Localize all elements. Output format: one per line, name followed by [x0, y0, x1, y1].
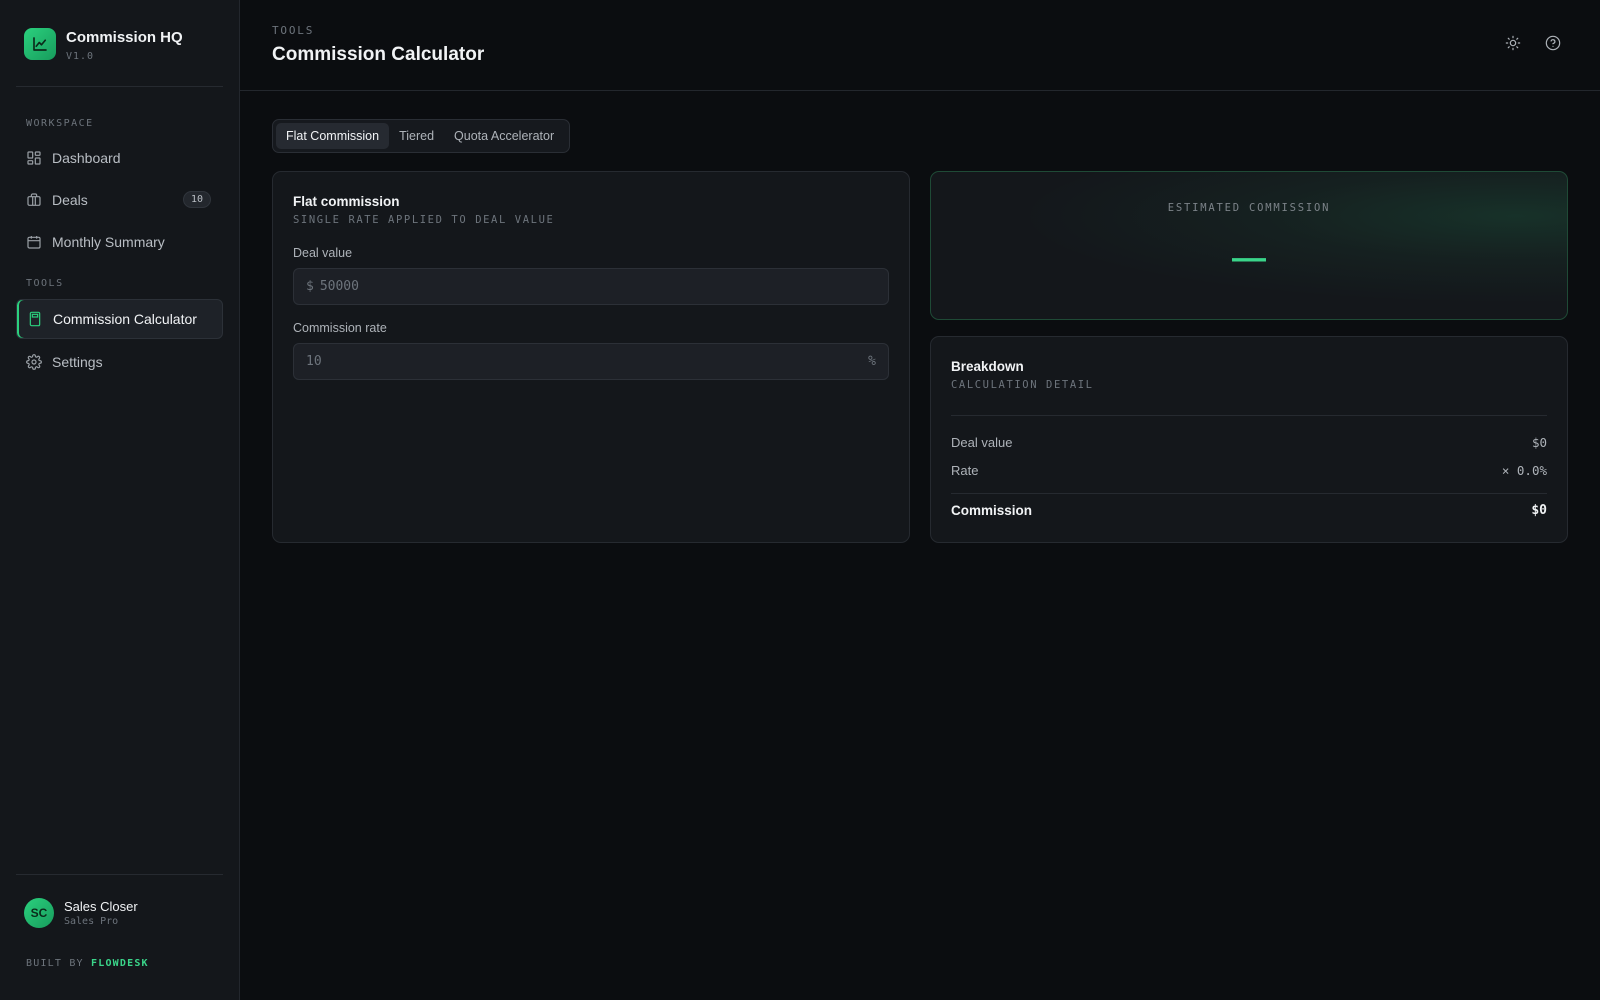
sidebar-item-settings[interactable]: Settings — [16, 342, 223, 382]
dashboard-icon — [26, 150, 42, 166]
total-value: $0 — [1531, 503, 1547, 518]
commission-rate-label: Commission rate — [293, 321, 387, 335]
breakdown-title: Breakdown — [951, 359, 1024, 374]
tab-tiered[interactable]: Tiered — [389, 123, 444, 149]
briefcase-icon — [26, 192, 42, 208]
commission-rate-input[interactable] — [306, 354, 869, 369]
calculator-icon — [27, 311, 43, 327]
divider — [951, 415, 1547, 416]
sidebar-item-label: Monthly Summary — [52, 234, 165, 250]
brand-version: V1.0 — [66, 51, 95, 62]
breadcrumb: TOOLS — [272, 24, 315, 37]
deal-value-label: Deal value — [293, 246, 353, 260]
flowdesk-link[interactable]: FLOWDESK — [91, 958, 149, 969]
sidebar-item-deals[interactable]: Deals 10 — [16, 180, 223, 220]
dollar-prefix: $ — [306, 279, 314, 294]
sidebar-item-label: Deals — [52, 192, 88, 208]
theme-toggle-button[interactable] — [1502, 34, 1524, 56]
divider — [16, 874, 223, 875]
commission-rate-field: % — [293, 343, 889, 380]
divider — [951, 493, 1547, 494]
chart-line-icon — [24, 28, 56, 60]
tab-quota-accelerator[interactable]: Quota Accelerator — [444, 123, 564, 149]
user-name: Sales Closer — [64, 899, 138, 914]
breakdown-row-rate: Rate × 0.0% — [951, 463, 1547, 478]
breakdown-row-label: Rate — [951, 463, 979, 478]
help-circle-icon — [1545, 35, 1561, 56]
calendar-icon — [26, 234, 42, 250]
breakdown-row-value: $0 — [1531, 435, 1547, 450]
brand[interactable]: Commission HQ V1.0 — [24, 28, 183, 62]
sidebar-item-dashboard[interactable]: Dashboard — [16, 138, 223, 178]
breakdown-row-label: Deal value — [951, 435, 1013, 450]
help-button[interactable] — [1542, 34, 1564, 56]
percent-suffix: % — [868, 354, 876, 369]
breakdown-subtitle: CALCULATION DETAIL — [951, 379, 1094, 391]
calculator-tabs: Flat Commission Tiered Quota Accelerator — [272, 119, 570, 153]
breakdown-row-deal-value: Deal value $0 — [951, 435, 1547, 450]
deals-count-badge: 10 — [182, 191, 211, 208]
user-role: Sales Pro — [64, 916, 119, 927]
brand-title: Commission HQ — [66, 29, 183, 46]
sidebar-item-label: Commission Calculator — [53, 311, 197, 327]
section-label-tools: TOOLS — [26, 278, 64, 289]
divider — [16, 86, 223, 87]
sidebar-item-label: Dashboard — [52, 150, 121, 166]
page-header: TOOLS Commission Calculator — [240, 0, 1600, 91]
tab-flat-commission[interactable]: Flat Commission — [276, 123, 390, 149]
gear-icon — [26, 354, 42, 370]
sidebar-item-monthly-summary[interactable]: Monthly Summary — [16, 222, 223, 262]
breakdown-card: Breakdown CALCULATION DETAIL Deal value … — [930, 336, 1568, 543]
form-title: Flat commission — [293, 194, 400, 209]
flat-commission-form: Flat commission SINGLE RATE APPLIED TO D… — [272, 171, 910, 543]
page-title: Commission Calculator — [272, 44, 485, 65]
estimated-commission-card: ESTIMATED COMMISSION — — [930, 171, 1568, 320]
sidebar: Commission HQ V1.0 WORKSPACE Dashboard D… — [0, 0, 240, 1000]
avatar: SC — [24, 898, 54, 928]
total-label: Commission — [951, 503, 1033, 518]
sidebar-item-label: Settings — [52, 354, 103, 370]
built-by-label: BUILT BY — [26, 958, 84, 969]
breakdown-total: Commission $0 — [951, 503, 1547, 518]
breakdown-row-value: × 0.0% — [1501, 463, 1547, 478]
form-subtitle: SINGLE RATE APPLIED TO DEAL VALUE — [293, 214, 555, 226]
sidebar-item-commission-calculator[interactable]: Commission Calculator — [16, 299, 223, 339]
estimate-value: — — [1232, 239, 1266, 277]
deal-value-input[interactable] — [319, 279, 876, 294]
built-by: BUILT BY FLOWDESK — [26, 958, 149, 969]
sun-icon — [1505, 35, 1521, 56]
section-label-workspace: WORKSPACE — [26, 118, 94, 129]
estimate-label: ESTIMATED COMMISSION — [1167, 202, 1331, 214]
deal-value-field: $ — [293, 268, 889, 305]
user-profile[interactable]: SC Sales Closer Sales Pro — [24, 898, 138, 928]
